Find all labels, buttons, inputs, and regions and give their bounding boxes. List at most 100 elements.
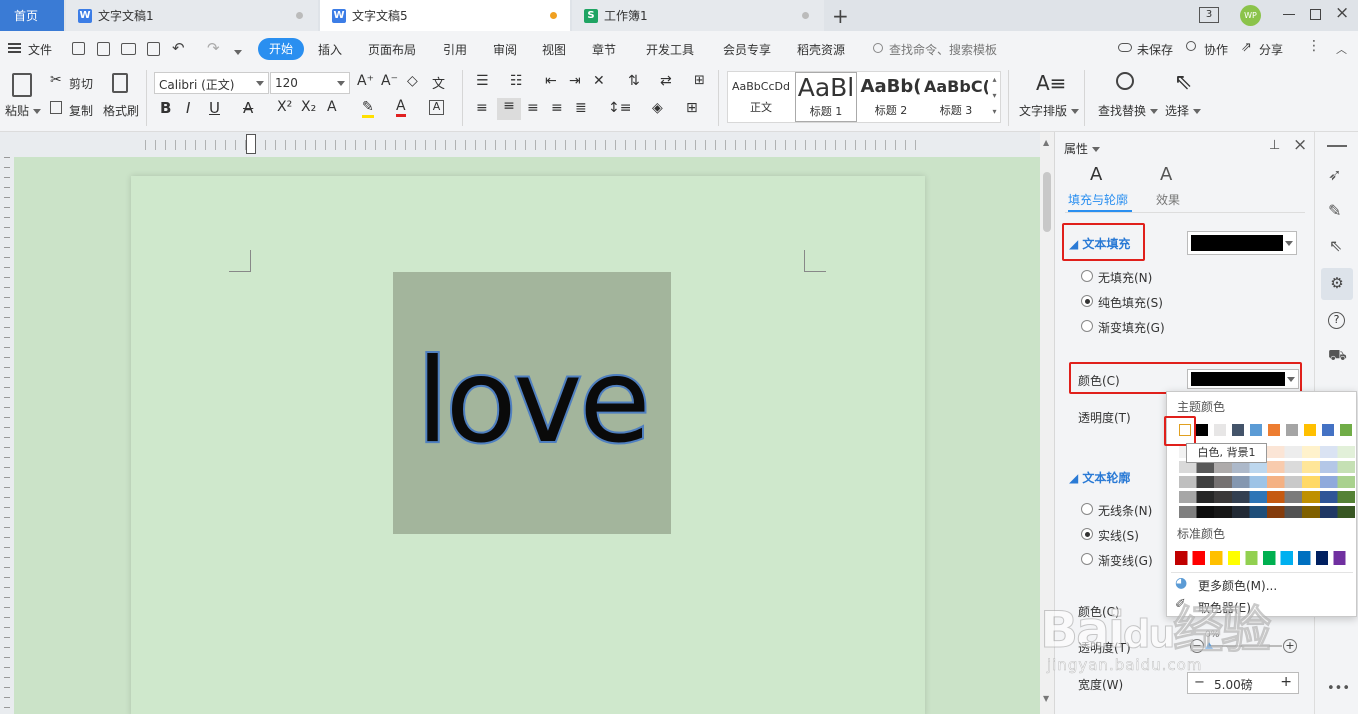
- style-heading3[interactable]: AaBbC( 标题 3: [924, 72, 988, 122]
- panel-title[interactable]: 属性: [1064, 140, 1100, 157]
- strikethrough-icon[interactable]: A: [243, 99, 253, 117]
- standard-row[interactable]: [1175, 551, 1351, 565]
- pen-icon[interactable]: ✎: [1328, 201, 1341, 220]
- menu-insert[interactable]: 插入: [318, 41, 342, 58]
- close-icon[interactable]: ×: [1335, 3, 1349, 23]
- more-tools-icon[interactable]: •••: [1327, 681, 1350, 696]
- cut-button[interactable]: 剪切: [69, 75, 93, 92]
- text-fill-header[interactable]: ◢ 文本填充: [1069, 235, 1130, 252]
- grow-font-icon[interactable]: A⁺: [357, 73, 374, 89]
- decrease-indent-icon[interactable]: ⇤: [545, 73, 557, 89]
- tab-close-icon[interactable]: [296, 12, 303, 19]
- line-spacing-icon[interactable]: ↕≡: [608, 100, 631, 116]
- border-icon[interactable]: ⊞: [686, 100, 698, 116]
- number-list-icon[interactable]: ☷: [510, 73, 523, 89]
- style-heading2[interactable]: AaBb( 标题 2: [859, 72, 923, 122]
- char-border-icon[interactable]: A: [429, 100, 444, 115]
- scroll-down-icon[interactable]: ▼: [1043, 694, 1049, 703]
- swatch-orange[interactable]: [1268, 424, 1280, 436]
- bold-icon[interactable]: B: [160, 99, 171, 117]
- export-pdf-icon[interactable]: [97, 42, 110, 56]
- save-icon[interactable]: [72, 42, 85, 55]
- undo-icon[interactable]: ↶: [172, 39, 185, 57]
- menu-review[interactable]: 审阅: [493, 41, 517, 58]
- print-icon[interactable]: [121, 43, 136, 55]
- art-text-love[interactable]: love: [393, 322, 671, 482]
- radio-no-line[interactable]: [1081, 503, 1093, 515]
- font-size-select[interactable]: 120: [270, 72, 350, 94]
- rocket-icon[interactable]: ➶: [1328, 165, 1341, 184]
- minimize-icon[interactable]: [1283, 14, 1295, 15]
- sort-icon[interactable]: ⇄: [660, 73, 672, 89]
- format-painter-button[interactable]: 格式刷: [103, 102, 139, 119]
- style-normal[interactable]: AaBbCcDd 正文: [728, 72, 794, 122]
- unsaved-status[interactable]: 未保存: [1137, 41, 1173, 58]
- swatch-green[interactable]: [1340, 424, 1352, 436]
- underline-icon[interactable]: U: [209, 99, 220, 117]
- find-replace-button[interactable]: 查找替换: [1098, 102, 1158, 119]
- collapse-sidebar-icon[interactable]: [1327, 145, 1347, 147]
- width-increase-icon[interactable]: +: [1280, 674, 1292, 690]
- tab-doc1[interactable]: W 文字文稿1: [66, 0, 318, 31]
- chinese-layout-icon[interactable]: ✕: [593, 73, 605, 89]
- property-settings-icon[interactable]: ⚙: [1321, 268, 1353, 300]
- subscript-icon[interactable]: X₂: [301, 99, 316, 115]
- clear-format-icon[interactable]: ◇: [407, 73, 418, 89]
- indent-marker-icon[interactable]: [246, 134, 256, 154]
- swatch-black[interactable]: [1196, 424, 1208, 436]
- hamburger-icon[interactable]: [8, 43, 21, 53]
- increase-indent-icon[interactable]: ⇥: [569, 73, 581, 89]
- redo-icon[interactable]: ↷: [207, 39, 220, 57]
- font-color-icon[interactable]: A: [396, 98, 406, 117]
- menu-section[interactable]: 章节: [592, 41, 616, 58]
- tab-doc5[interactable]: W 文字文稿5: [320, 0, 570, 31]
- italic-icon[interactable]: I: [186, 99, 190, 117]
- vertical-ruler[interactable]: [0, 157, 14, 714]
- window-count-badge[interactable]: 3: [1199, 7, 1219, 23]
- text-fill-color-button[interactable]: [1187, 231, 1297, 255]
- text-direction-icon[interactable]: ⇅: [628, 73, 640, 89]
- width-decrease-icon[interactable]: −: [1194, 675, 1205, 690]
- more-icon[interactable]: ⋮: [1307, 38, 1321, 54]
- new-tab-icon[interactable]: +: [832, 4, 849, 28]
- justify-icon[interactable]: ≡: [551, 100, 563, 116]
- shrink-font-icon[interactable]: A⁻: [381, 73, 398, 89]
- horizontal-ruler[interactable]: [0, 132, 1040, 157]
- cursor-icon[interactable]: ⇖: [1329, 236, 1342, 255]
- scroll-thumb[interactable]: [1043, 172, 1051, 232]
- file-menu[interactable]: 文件: [28, 41, 52, 58]
- collab-button[interactable]: 协作: [1204, 41, 1228, 58]
- select-button[interactable]: 选择: [1165, 102, 1201, 119]
- quick-access-dropdown-icon[interactable]: [234, 45, 242, 59]
- radio-solid-fill[interactable]: [1081, 295, 1093, 307]
- restore-icon[interactable]: [1310, 9, 1321, 20]
- style-heading1[interactable]: AaBl 标题 1: [795, 72, 857, 122]
- show-marks-icon[interactable]: ⊞: [694, 73, 705, 88]
- radio-no-fill[interactable]: [1081, 270, 1093, 282]
- tab-fill-outline[interactable]: 填充与轮廓: [1068, 191, 1128, 208]
- swatch-blue[interactable]: [1250, 424, 1262, 436]
- menu-developer[interactable]: 开发工具: [646, 41, 694, 58]
- paste-icon[interactable]: [12, 73, 32, 97]
- swatch-royal-blue[interactable]: [1322, 424, 1334, 436]
- text-outline-header[interactable]: ◢ 文本轮廓: [1069, 469, 1130, 486]
- distribute-icon[interactable]: ≣: [575, 100, 587, 116]
- tab-close-icon[interactable]: [802, 12, 809, 19]
- align-center-icon[interactable]: ≡: [497, 98, 521, 120]
- highlight-icon[interactable]: ✎: [362, 99, 374, 118]
- help-icon[interactable]: ?: [1328, 312, 1345, 329]
- swatch-gray[interactable]: [1214, 424, 1226, 436]
- radio-solid-line[interactable]: [1081, 528, 1093, 540]
- collapse-ribbon-icon[interactable]: ︿: [1336, 41, 1347, 57]
- fill-color-dropdown[interactable]: [1187, 369, 1299, 389]
- share-button[interactable]: 分享: [1259, 41, 1283, 58]
- swatch-gold[interactable]: [1304, 424, 1316, 436]
- font-name-select[interactable]: Calibri (正文): [154, 72, 269, 94]
- width-stepper[interactable]: − 5.00磅 +: [1187, 672, 1299, 694]
- menu-references[interactable]: 引用: [443, 41, 467, 58]
- text-layout-button[interactable]: 文字排版: [1019, 102, 1079, 119]
- tab-workbook1[interactable]: S 工作簿1: [572, 0, 824, 31]
- swatch-silver[interactable]: [1286, 424, 1298, 436]
- shading-icon[interactable]: ◈: [652, 100, 663, 116]
- avatar[interactable]: WP: [1240, 5, 1261, 26]
